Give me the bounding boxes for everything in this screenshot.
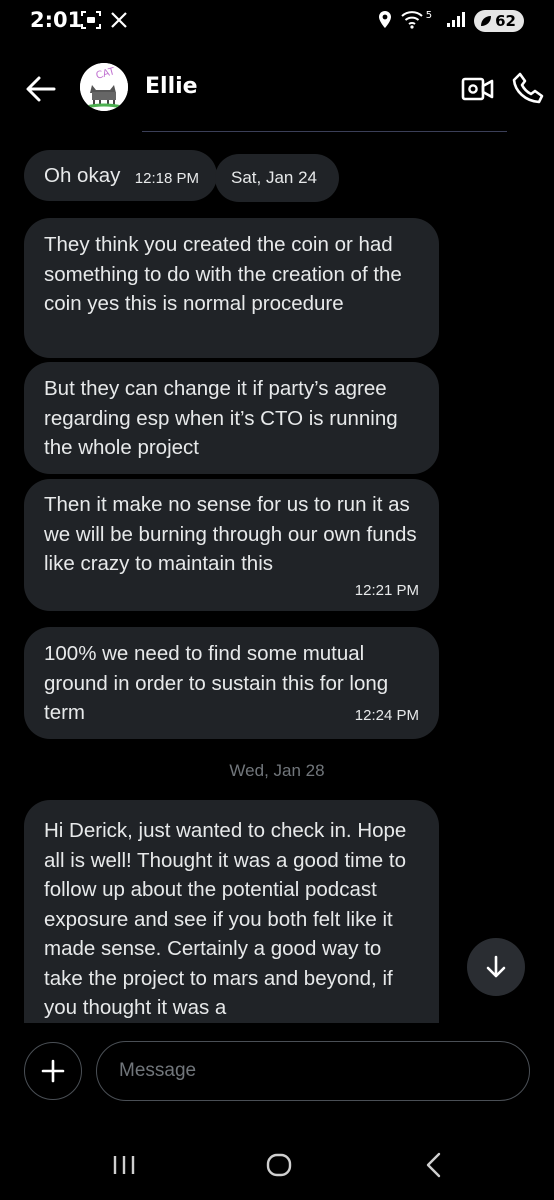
message-bubble[interactable]: Then it make no sense for us to run it a… <box>24 479 439 611</box>
contact-name[interactable]: Ellie <box>145 74 198 99</box>
message-text: Then it make no sense for us to run it a… <box>44 493 417 575</box>
add-attachment-button[interactable] <box>24 1042 82 1100</box>
status-time: 2:01 <box>30 8 83 32</box>
message-text: Hi Derick, just wanted to check in. Hope… <box>44 819 407 1019</box>
message-input[interactable] <box>96 1041 530 1101</box>
status-bar: 2:01 5 62 <box>0 0 554 44</box>
header-divider <box>142 131 507 132</box>
screen-capture-icon <box>80 10 102 34</box>
message-text: They think you created the coin or had s… <box>44 233 402 315</box>
x-logo-icon <box>110 11 128 33</box>
message-bubble[interactable]: 100% we need to find some mutual ground … <box>24 627 439 739</box>
message-bubble[interactable]: Oh okay 12:18 PM <box>24 150 217 201</box>
battery-leaf-icon <box>481 16 492 26</box>
conversation-header: CAT Ellie <box>0 50 554 126</box>
voice-call-button[interactable] <box>511 71 545 105</box>
date-label: Sat, Jan 24 <box>231 168 318 187</box>
message-composer <box>0 1030 554 1110</box>
cat-drawing-avatar-image: CAT <box>80 63 128 111</box>
phone-icon <box>512 72 544 104</box>
message-bubble[interactable]: Hi Derick, just wanted to check in. Hope… <box>24 800 439 1023</box>
recent-apps-icon <box>113 1156 135 1174</box>
arrow-down-icon <box>486 955 506 978</box>
location-icon <box>378 10 392 33</box>
avatar[interactable]: CAT <box>80 63 128 111</box>
message-time: 12:18 PM <box>134 170 199 187</box>
date-separator: Wed, Jan 28 <box>229 761 325 780</box>
home-icon <box>266 1153 292 1177</box>
message-bubble[interactable]: But they can change it if party’s agree … <box>24 362 439 474</box>
date-separator: Sat, Jan 24 <box>215 154 339 202</box>
arrow-left-icon <box>26 76 56 102</box>
message-text: But they can change it if party’s agree … <box>44 377 398 459</box>
battery-indicator: 62 <box>474 10 524 32</box>
video-camera-icon <box>461 77 494 101</box>
message-time: 12:21 PM <box>354 582 419 599</box>
message-bubble[interactable]: They think you created the coin or had s… <box>24 218 439 358</box>
plus-icon <box>41 1059 65 1083</box>
message-list[interactable]: Oh okay 12:18 PM Sat, Jan 24 They think … <box>0 138 554 1023</box>
battery-level: 62 <box>495 12 516 30</box>
home-button[interactable] <box>259 1148 299 1182</box>
message-time: 12:24 PM <box>354 707 419 724</box>
message-text: Oh okay <box>44 164 121 187</box>
signal-icon <box>446 10 466 32</box>
back-chevron-icon <box>426 1152 441 1178</box>
recent-apps-button[interactable] <box>104 1148 144 1182</box>
wifi-icon <box>400 9 424 33</box>
video-call-button[interactable] <box>460 72 496 106</box>
network-type-label: 5 <box>425 9 433 21</box>
back-nav-button[interactable] <box>414 1148 454 1182</box>
back-button[interactable] <box>24 72 58 106</box>
system-navigation-bar <box>0 1130 554 1200</box>
scroll-to-bottom-button[interactable] <box>467 938 525 996</box>
